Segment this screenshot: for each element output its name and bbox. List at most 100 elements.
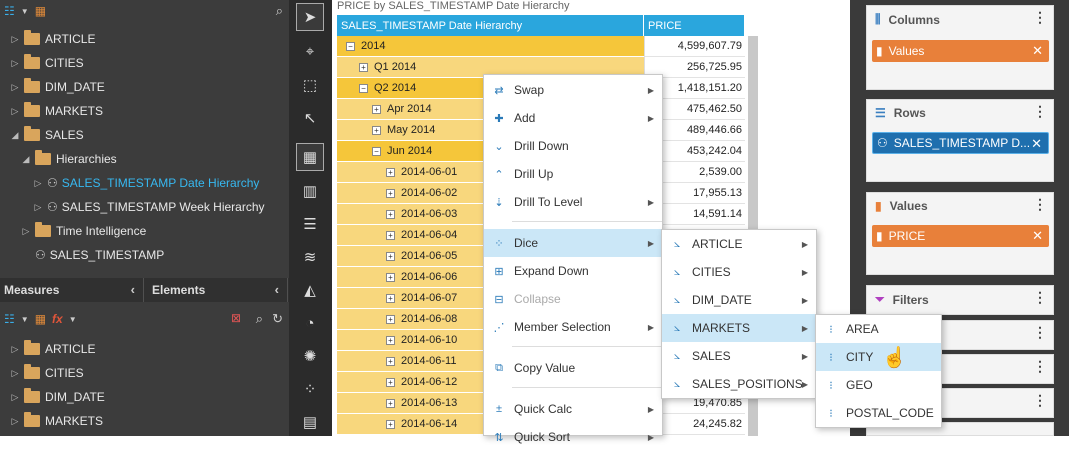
dice-item-cities[interactable]: ⦣ CITIES ▶ (662, 258, 816, 286)
clear-filter-icon[interactable]: ⊠ (231, 311, 241, 325)
refresh-icon[interactable]: ↻ (272, 311, 283, 327)
collapse-arrow-icon[interactable]: ◢ (21, 154, 31, 165)
pointer-icon[interactable]: ➤ (296, 3, 324, 31)
expand-icon[interactable]: + (386, 209, 395, 219)
expand-icon[interactable]: + (386, 188, 395, 198)
collapse-icon[interactable]: − (359, 83, 368, 93)
level-item-area[interactable]: ⁝ AREA (816, 315, 941, 343)
dice-item-article[interactable]: ⦣ ARTICLE ▶ (662, 230, 816, 258)
hierarchy-view-icon[interactable]: ☷ (4, 4, 15, 18)
menu-item-collapse[interactable]: ⊟ Collapse (484, 285, 662, 313)
rows-pill-date-hierarchy[interactable]: ⚇ SALES_TIMESTAMP D... ✕ (872, 132, 1049, 154)
menu-item-drill-up[interactable]: ⌃ Drill Up (484, 160, 662, 188)
column-header-dimension[interactable]: SALES_TIMESTAMP Date Hierarchy (337, 15, 644, 36)
close-icon[interactable]: ✕ (1031, 136, 1042, 152)
expand-arrow-icon[interactable]: ▷ (33, 202, 43, 213)
menu-item-dice[interactable]: ⁘ Dice ▶ (484, 229, 662, 257)
pie-chart-icon[interactable]: ◔ (296, 309, 324, 337)
search-icon[interactable]: ⌕ (256, 311, 263, 327)
expand-icon[interactable]: + (386, 419, 395, 429)
expand-icon[interactable]: + (386, 251, 395, 261)
menu-item-drill-to-level[interactable]: ⇣ Drill To Level ▶ (484, 188, 662, 216)
calendar-icon[interactable]: ▦ (35, 4, 46, 18)
expand-arrow-icon[interactable]: ▷ (10, 58, 20, 69)
expand-arrow-icon[interactable]: ▷ (10, 106, 20, 117)
expand-icon[interactable]: + (386, 398, 395, 408)
grid-row-label[interactable]: −2014 (337, 36, 644, 57)
tree-item-hierarchies[interactable]: ◢ Hierarchies (21, 147, 117, 171)
expand-arrow-icon[interactable]: ▷ (10, 392, 20, 403)
more-options-icon[interactable]: ⋮ (1033, 10, 1047, 24)
tree-item-markets[interactable]: ▷ MARKETS (10, 409, 103, 433)
tree-item-markets[interactable]: ▷ MARKETS (10, 99, 103, 123)
chevron-left-icon[interactable]: ‹ (131, 282, 135, 297)
dropdown-arrow-icon[interactable]: ▼ (21, 315, 29, 324)
more-options-icon[interactable]: ⋮ (1033, 197, 1047, 211)
menu-item-quick-calc[interactable]: ± Quick Calc ▶ (484, 395, 662, 423)
expand-arrow-icon[interactable]: ▷ (21, 226, 31, 237)
expand-icon[interactable]: + (386, 377, 395, 387)
bar-chart-icon[interactable]: ▥ (296, 177, 324, 205)
menu-item-swap[interactable]: ⇄ Swap ▶ (484, 76, 662, 104)
dice-item-markets[interactable]: ⦣ MARKETS ▶ (662, 314, 816, 342)
menu-item-quick-sort[interactable]: ⇅ Quick Sort ▶ (484, 423, 662, 451)
radar-chart-icon[interactable]: ✺ (296, 342, 324, 370)
tree-item-sales-timestamp[interactable]: ⚇ SALES_TIMESTAMP (35, 243, 164, 267)
area-chart-icon[interactable]: ◭ (296, 276, 324, 304)
collapse-icon[interactable]: − (346, 41, 355, 51)
expand-icon[interactable]: + (386, 293, 395, 303)
collapse-arrow-icon[interactable]: ◢ (10, 130, 20, 141)
tree-item-sales[interactable]: ◢ SALES (10, 123, 84, 147)
chevron-left-icon[interactable]: ‹ (275, 282, 279, 297)
tree-item-article[interactable]: ▷ ARTICLE (10, 27, 95, 51)
column-header-price[interactable]: PRICE (644, 15, 745, 36)
search-icon[interactable]: ⌕ (276, 3, 283, 19)
tab-elements[interactable]: Elements ‹ (144, 278, 288, 302)
menu-item-expand-down[interactable]: ⊞ Expand Down (484, 257, 662, 285)
tree-item-article[interactable]: ▷ ARTICLE (10, 337, 95, 361)
more-options-icon[interactable]: ⋮ (1033, 290, 1047, 304)
menu-item-add[interactable]: ✚ Add ▶ (484, 104, 662, 132)
tree-item-date-hierarchy[interactable]: ▷ ⚇ SALES_TIMESTAMP Date Hierarchy (33, 171, 260, 195)
treemap-icon[interactable]: ▤ (296, 408, 324, 436)
menu-item-member-selection[interactable]: ⋰ Member Selection ▶ (484, 313, 662, 341)
more-options-icon[interactable]: ⋮ (1033, 393, 1047, 407)
tree-item-cities[interactable]: ▷ CITIES (10, 51, 84, 75)
expand-arrow-icon[interactable]: ▷ (10, 368, 20, 379)
expand-icon[interactable]: + (386, 314, 395, 324)
menu-item-drill-down[interactable]: ⌄ Drill Down (484, 132, 662, 160)
level-item-postal-code[interactable]: ⁝ POSTAL_CODE (816, 399, 941, 427)
collapse-icon[interactable]: − (372, 146, 381, 156)
hierarchy-view-icon[interactable]: ☷ (4, 312, 15, 326)
dice-item-sales[interactable]: ⦣ SALES ▶ (662, 342, 816, 370)
arrow-select-icon[interactable]: ↖ (296, 104, 324, 132)
values-pill-price[interactable]: ▮ PRICE ✕ (872, 225, 1049, 247)
more-options-icon[interactable]: ⋮ (1033, 104, 1047, 118)
calendar-icon[interactable]: ▦ (35, 312, 46, 326)
expand-icon[interactable]: + (372, 104, 381, 114)
level-item-geo[interactable]: ⁝ GEO (816, 371, 941, 399)
more-options-icon[interactable]: ⋮ (1033, 325, 1047, 339)
dropdown-arrow-icon[interactable]: ▼ (21, 7, 29, 16)
expand-icon[interactable]: + (386, 167, 395, 177)
close-icon[interactable]: ✕ (1032, 43, 1043, 59)
dice-item-dim-date[interactable]: ⦣ DIM_DATE ▶ (662, 286, 816, 314)
tree-item-cities[interactable]: ▷ CITIES (10, 361, 84, 385)
scatter-chart-icon[interactable]: ⁘ (296, 375, 324, 403)
tab-measures[interactable]: Measures ‹ (0, 278, 144, 302)
dice-item-sales-positions[interactable]: ⦣ SALES_POSITIONS ▶ (662, 370, 816, 398)
function-icon[interactable]: fx (52, 312, 63, 326)
expand-icon[interactable]: + (386, 230, 395, 240)
tree-item-week-hierarchy[interactable]: ▷ ⚇ SALES_TIMESTAMP Week Hierarchy (33, 195, 265, 219)
expand-arrow-icon[interactable]: ▷ (33, 178, 43, 189)
close-icon[interactable]: ✕ (1032, 228, 1043, 244)
level-item-city[interactable]: ⁝ CITY (816, 343, 941, 371)
expand-icon[interactable]: + (359, 62, 368, 72)
crosshair-icon[interactable]: ⌖ (296, 37, 324, 65)
expand-arrow-icon[interactable]: ▷ (10, 344, 20, 355)
select-area-icon[interactable]: ⬚ (296, 71, 324, 99)
tree-item-dim-date[interactable]: ▷ DIM_DATE (10, 385, 105, 409)
columns-pill-values[interactable]: ▮ Values ✕ (872, 40, 1049, 62)
line-chart-icon[interactable]: ≋ (296, 243, 324, 271)
expand-arrow-icon[interactable]: ▷ (10, 82, 20, 93)
